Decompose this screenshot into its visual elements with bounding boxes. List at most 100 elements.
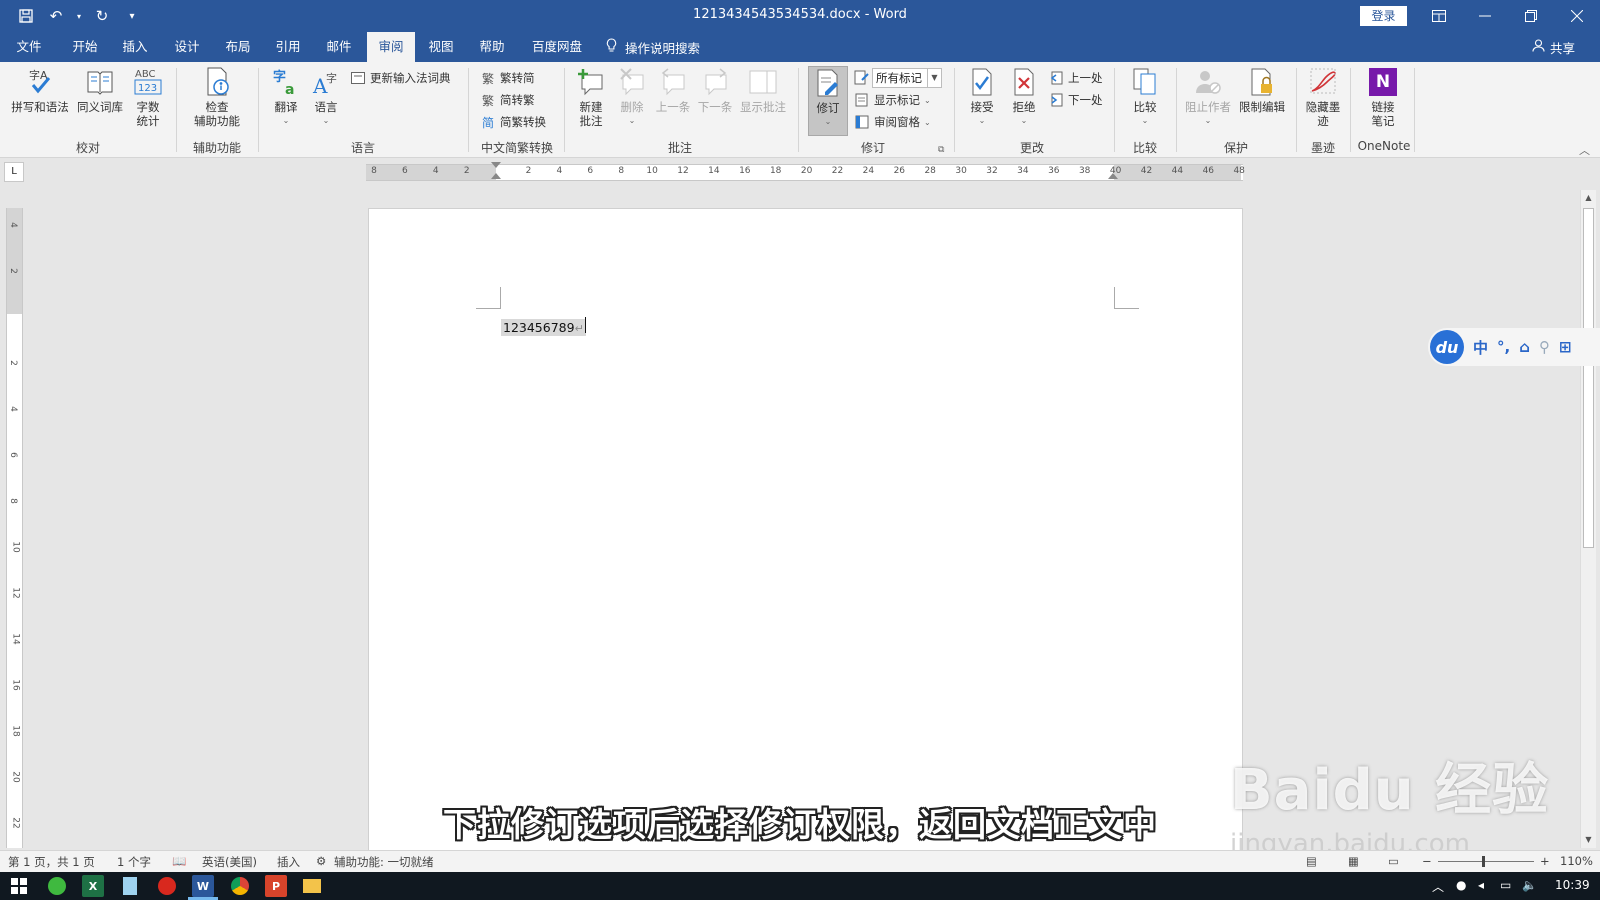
ime-tray-icon[interactable]: ● <box>1456 878 1466 892</box>
tab-mailings[interactable]: 邮件 <box>316 32 362 62</box>
notepad-icon[interactable] <box>119 875 141 897</box>
zoom-slider-thumb[interactable] <box>1482 856 1485 867</box>
vertical-scrollbar[interactable]: ▲ ▼ <box>1580 190 1596 848</box>
new-comment-button[interactable]: 新建 批注 <box>570 66 612 128</box>
zoom-in-icon[interactable]: + <box>1540 854 1550 868</box>
check-accessibility-button[interactable]: 检查 辅助功能 <box>182 66 252 128</box>
right-indent-marker[interactable] <box>1108 173 1118 179</box>
ime-chinese-mode[interactable]: 中 <box>1473 337 1488 358</box>
scroll-up-icon[interactable]: ▲ <box>1581 190 1596 206</box>
language-button[interactable]: A字 语言 ⌄ <box>306 66 346 128</box>
tab-selector[interactable]: L <box>4 162 24 182</box>
delete-comment-button[interactable]: 删除 ⌄ <box>612 66 652 128</box>
next-comment-button[interactable]: 下一条 <box>694 66 736 114</box>
undo-dropdown-icon[interactable]: ▾ <box>74 4 84 28</box>
network-icon[interactable]: ▭ <box>1500 878 1511 892</box>
restrict-editing-button[interactable]: 限制编辑 <box>1234 66 1290 114</box>
chevron-down-icon[interactable]: ▼ <box>927 69 941 87</box>
restore-icon[interactable] <box>1508 0 1554 32</box>
status-page-count[interactable]: 第 1 页，共 1 页 <box>8 854 95 870</box>
ime-toolbox-icon[interactable]: ⌂ <box>1519 338 1530 356</box>
previous-change-button[interactable]: 上一处 <box>1048 68 1103 88</box>
status-word-count[interactable]: 1 个字 <box>117 854 151 870</box>
status-accessibility[interactable]: 辅助功能: 一切就绪 <box>334 854 434 870</box>
document-body-text[interactable]: 123456789↵ <box>501 319 586 336</box>
tab-insert[interactable]: 插入 <box>112 32 158 62</box>
ime-punctuation[interactable]: °, <box>1497 338 1510 356</box>
close-icon[interactable] <box>1554 0 1600 32</box>
tab-references[interactable]: 引用 <box>265 32 311 62</box>
web-layout-icon[interactable]: ▭ <box>1388 854 1399 868</box>
update-ime-dictionary-button[interactable]: 更新输入法词典 <box>350 68 451 88</box>
collapse-ribbon-icon[interactable]: ︿ <box>1579 142 1590 158</box>
login-button[interactable]: 登录 <box>1360 6 1407 26</box>
show-comments-button[interactable]: 显示批注 <box>736 66 790 114</box>
to-simplified-button[interactable]: 繁 繁转简 <box>480 68 535 88</box>
print-layout-icon[interactable]: ▦ <box>1348 854 1359 868</box>
reject-button[interactable]: 拒绝 ⌄ <box>1004 66 1044 128</box>
file-explorer-icon[interactable] <box>301 875 323 897</box>
linked-notes-button[interactable]: N 链接 笔记 <box>1358 66 1408 128</box>
proofing-status-icon[interactable]: 📖 <box>172 854 186 868</box>
tab-design[interactable]: 设计 <box>164 32 210 62</box>
ime-menu-icon[interactable]: ⊞ <box>1559 338 1572 356</box>
read-mode-icon[interactable]: ▤ <box>1306 854 1317 868</box>
speaker-icon[interactable]: 🔈 <box>1522 878 1537 892</box>
show-markup-button[interactable]: 显示标记 ⌄ <box>854 90 931 110</box>
tab-baidu-netdisk[interactable]: 百度网盘 <box>524 32 590 62</box>
accept-button[interactable]: 接受 ⌄ <box>962 66 1002 128</box>
customize-qat-icon[interactable]: ▾ <box>120 4 144 28</box>
hanging-indent-marker[interactable] <box>491 173 501 179</box>
wps-icon[interactable]: P <box>265 875 287 897</box>
spelling-grammar-button[interactable]: 字A 拼写和语法 <box>8 66 72 114</box>
tab-view[interactable]: 视图 <box>418 32 464 62</box>
clock-time[interactable]: 10:39 <box>1555 878 1590 892</box>
status-insert-mode[interactable]: 插入 <box>277 854 300 870</box>
first-line-indent-marker[interactable] <box>491 162 501 168</box>
show-hidden-icons-icon[interactable]: ︿ <box>1432 878 1444 895</box>
markup-select[interactable]: 所有标记 ▼ <box>872 68 942 88</box>
tab-home[interactable]: 开始 <box>62 32 108 62</box>
save-icon[interactable] <box>14 4 38 28</box>
ribbon-display-options-icon[interactable] <box>1416 0 1462 32</box>
next-change-button[interactable]: 下一处 <box>1048 90 1103 110</box>
tab-help[interactable]: 帮助 <box>469 32 515 62</box>
redo-icon[interactable]: ↻ <box>90 4 114 28</box>
status-zoom-level[interactable]: 110% <box>1560 854 1593 868</box>
share-button[interactable]: 共享 <box>1532 32 1575 62</box>
scrollbar-thumb[interactable] <box>1583 208 1594 548</box>
word-icon[interactable]: W <box>192 875 214 897</box>
thesaurus-button[interactable]: 同义词库 <box>72 66 128 114</box>
tab-review[interactable]: 审阅 <box>367 32 415 62</box>
convert-button[interactable]: 简 简繁转换 <box>480 112 546 132</box>
to-traditional-button[interactable]: 繁 简转繁 <box>480 90 535 110</box>
vertical-ruler[interactable]: 4 2 2 4 6 8 10 12 14 16 18 20 22 <box>6 208 23 848</box>
translate-button[interactable]: 字a 翻译 ⌄ <box>266 66 306 128</box>
horizontal-ruler[interactable]: 8 6 4 2 2 4 6 8 10 12 14 16 18 20 22 24 26 28 30 32 34 36 38 40… <box>366 162 1245 181</box>
browser-360-icon[interactable] <box>46 875 68 897</box>
zoom-out-icon[interactable]: − <box>1422 854 1432 868</box>
status-language[interactable]: 英语(美国) <box>202 854 257 870</box>
zoom-slider[interactable] <box>1438 861 1534 862</box>
windows-start-icon[interactable] <box>8 875 30 897</box>
volume-warning-icon[interactable]: ◂ <box>1478 878 1484 892</box>
ime-user-icon[interactable]: ⚲ <box>1539 338 1550 356</box>
previous-comment-button[interactable]: 上一条 <box>652 66 694 114</box>
track-changes-button[interactable]: 修订 ⌄ <box>808 66 848 136</box>
excel-icon[interactable]: X <box>82 875 104 897</box>
hide-ink-button[interactable]: 隐藏墨 迹 <box>1300 66 1346 128</box>
chrome-icon[interactable] <box>229 875 251 897</box>
block-authors-button[interactable]: 阻止作者 ⌄ <box>1182 66 1234 128</box>
document-page[interactable]: 123456789↵ <box>368 208 1243 853</box>
tracking-options-launcher-icon[interactable]: ⧉ <box>938 140 944 160</box>
netease-music-icon[interactable] <box>156 875 178 897</box>
tell-me-search[interactable]: 操作说明搜索 <box>606 32 700 62</box>
reviewing-pane-button[interactable]: 审阅窗格 ⌄ <box>854 112 931 132</box>
minimize-icon[interactable] <box>1462 0 1508 32</box>
baidu-ime-logo[interactable]: du <box>1430 330 1464 364</box>
undo-icon[interactable]: ↶ <box>44 4 68 28</box>
compare-button[interactable]: 比较 ⌄ <box>1124 66 1166 128</box>
tab-layout[interactable]: 布局 <box>215 32 261 62</box>
word-count-button[interactable]: ABC 123 字数 统计 <box>128 66 168 128</box>
tab-file[interactable]: 文件 <box>6 32 52 62</box>
